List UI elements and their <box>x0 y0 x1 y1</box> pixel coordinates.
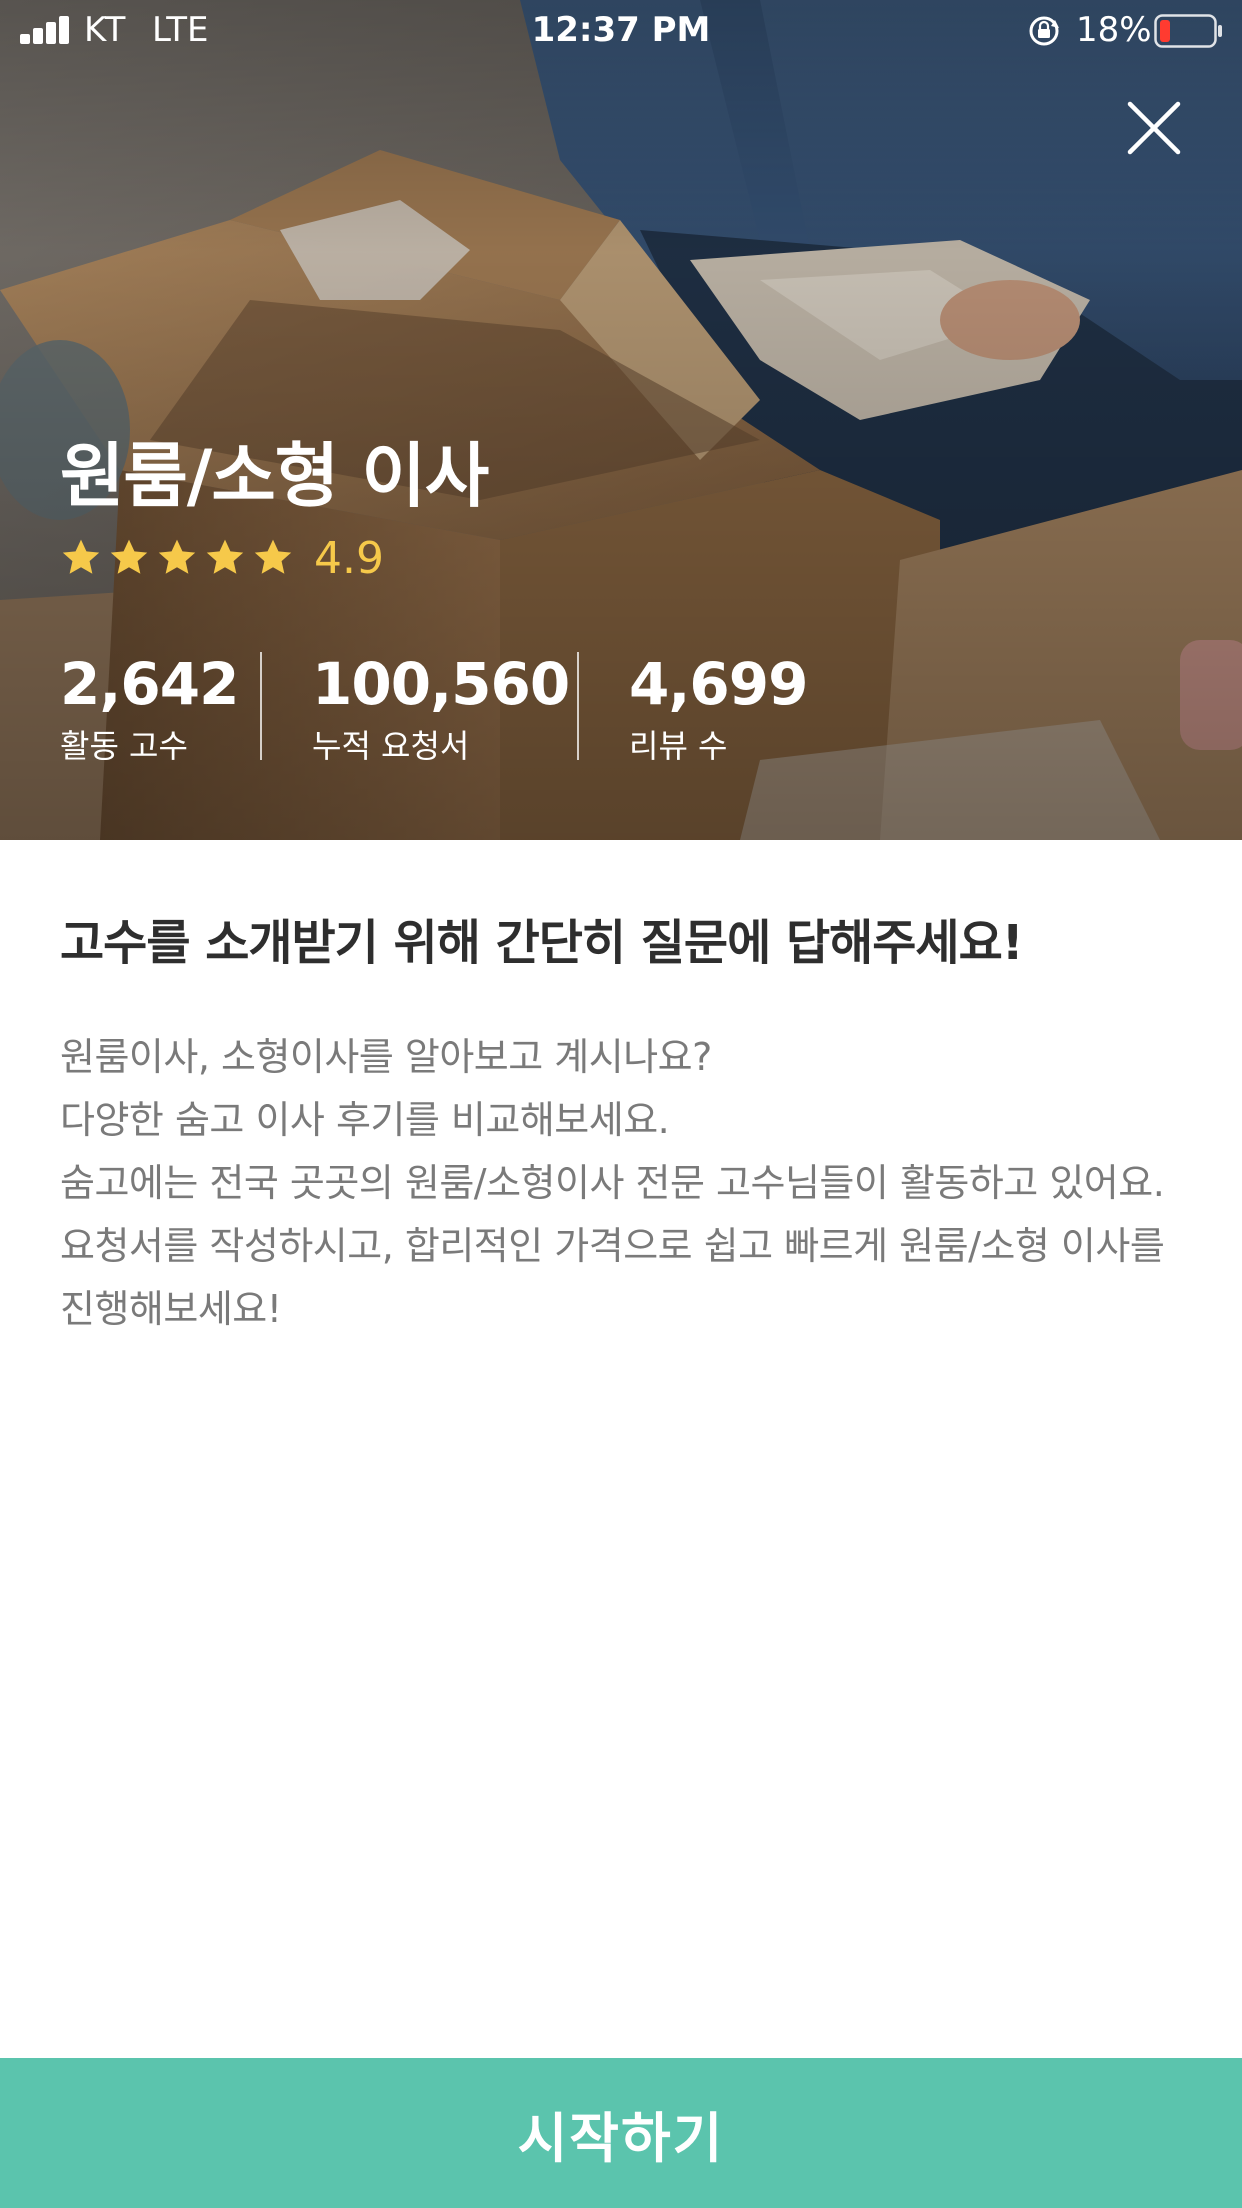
star-icon <box>62 539 100 574</box>
star-icon <box>158 539 196 574</box>
stat-value: 2,642 <box>60 650 239 718</box>
intro-description: 원룸이사, 소형이사를 알아보고 계시나요? 다양한 숨고 이사 후기를 비교해… <box>60 1026 1182 1341</box>
screen: KT LTE 12:37 PM 18% 원룸/소형 이사 4.9 2,642 활… <box>0 0 1242 2208</box>
stat-divider <box>260 652 262 760</box>
battery-percent: 18% <box>1076 10 1152 50</box>
stat-label: 활동 고수 <box>60 727 188 765</box>
battery-icon <box>1154 14 1222 48</box>
stat-value: 4,699 <box>629 650 808 718</box>
star-icon <box>254 539 292 574</box>
rating-value: 4.9 <box>314 532 384 584</box>
stat-divider <box>577 652 579 760</box>
hero-banner: KT LTE 12:37 PM 18% 원룸/소형 이사 4.9 2,642 활… <box>0 0 1242 840</box>
service-title: 원룸/소형 이사 <box>60 435 489 517</box>
star-icon <box>110 539 148 574</box>
stat-label: 리뷰 수 <box>629 727 728 765</box>
description-line: 숨고에는 전국 곳곳의 원룸/소형이사 전문 고수님들이 활동하고 있어요. 요… <box>60 1161 1165 1331</box>
start-button[interactable]: 시작하기 <box>0 2058 1242 2208</box>
close-icon[interactable] <box>1118 92 1190 164</box>
description-line: 다양한 숨고 이사 후기를 비교해보세요. <box>60 1098 670 1142</box>
intro-headline: 고수를 소개받기 위해 간단히 질문에 답해주세요! <box>60 915 1024 971</box>
description-line: 원룸이사, 소형이사를 알아보고 계시나요? <box>60 1035 712 1079</box>
stat-total-requests: 100,560 누적 요청서 <box>312 650 570 766</box>
stat-value: 100,560 <box>312 650 570 718</box>
rating: 4.9 <box>60 532 384 584</box>
stat-reviews: 4,699 리뷰 수 <box>629 650 808 766</box>
intro-section: 고수를 소개받기 위해 간단히 질문에 답해주세요! 원룸이사, 소형이사를 알… <box>60 912 1182 1341</box>
rotation-lock-icon <box>1029 16 1059 46</box>
star-icon <box>206 539 244 574</box>
stat-label: 누적 요청서 <box>312 727 470 765</box>
status-bar: KT LTE 12:37 PM 18% <box>0 0 1242 62</box>
stat-active-pros: 2,642 활동 고수 <box>60 650 239 766</box>
